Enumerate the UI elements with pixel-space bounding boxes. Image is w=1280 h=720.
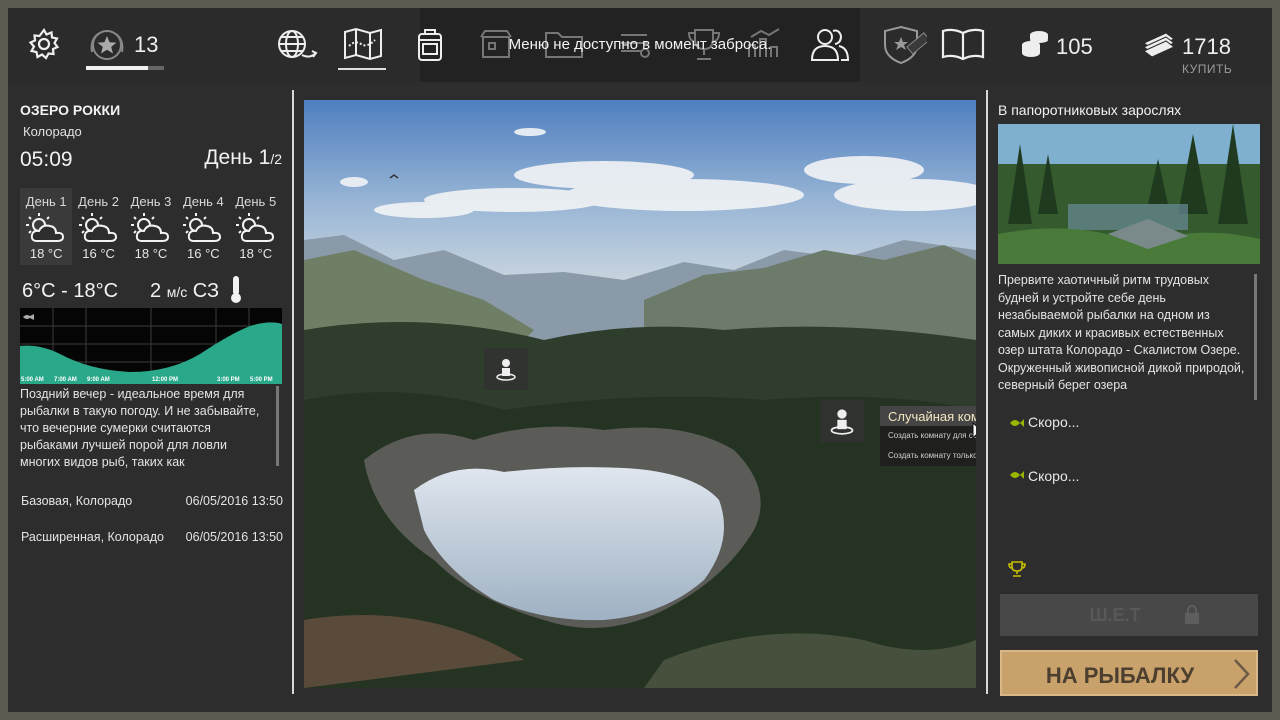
- forecast-temp: 16 °C: [187, 246, 220, 261]
- location-info-panel: ОЗЕРО РОККИ Колорадо 05:09 День 1/2 День…: [20, 102, 283, 544]
- right-divider: [986, 90, 988, 694]
- wind-unit: м/с: [166, 283, 188, 300]
- license-name: Базовая, Колорадо: [21, 494, 133, 508]
- hint-scrollbar[interactable]: [276, 386, 279, 466]
- forecast-temp: 18 °C: [29, 246, 63, 261]
- license-row: Базовая, Колорадо 06/05/2016 13:50: [21, 494, 283, 508]
- graph-time-label: 3:00 PM: [217, 377, 240, 383]
- random-room-label: Случайная комната: [888, 409, 976, 424]
- weather-forecast: День 1 18 °C День 2 16 °C День 3 18 °C Д…: [20, 188, 282, 265]
- location-name: ОЗЕРО РОККИ: [20, 102, 121, 118]
- forecast-day[interactable]: День 3 18 °C: [125, 188, 177, 265]
- location-region: Колорадо: [23, 124, 82, 139]
- go-fishing-label: НА РЫБАЛКУ: [1045, 663, 1195, 688]
- mouse-cursor-icon: [972, 422, 976, 442]
- lake-map[interactable]: Случайная комната Создать комнату для се…: [304, 100, 976, 688]
- day-current: 1: [258, 146, 271, 169]
- buy-link[interactable]: КУПИТЬ: [1182, 62, 1232, 76]
- graph-time-label: 5:00 AM: [21, 377, 44, 383]
- fish-icon: [23, 314, 34, 320]
- wind-speed: 2: [150, 279, 162, 302]
- spot-preview-image: [998, 124, 1260, 264]
- rank-star-icon[interactable]: [88, 26, 126, 64]
- forecast-day[interactable]: День 2 16 °C: [72, 188, 124, 265]
- license-row: Расширенная, Колорадо 06/05/2016 13:50: [21, 530, 283, 544]
- partly-cloudy-icon: [72, 210, 124, 246]
- forecast-day[interactable]: День 1 18 °C: [20, 188, 73, 265]
- wind-direction: СЗ: [192, 279, 220, 302]
- graph-time-label: 9:00 AM: [87, 377, 110, 383]
- game-window: 13 105 1718 КУПИТЬ Меню не доступно в мо…: [8, 8, 1272, 712]
- friends-room-label: Создать комнату для себя и друзей: [888, 431, 976, 440]
- partly-cloudy-icon: [177, 210, 229, 246]
- description-scrollbar[interactable]: [1254, 274, 1257, 400]
- rank-progress-fill: [86, 66, 149, 70]
- menu-unavailable-message: Меню не доступно в момент заброса.: [508, 36, 772, 53]
- temperature-range: 6°C - 18°C: [22, 279, 119, 302]
- forecast-day[interactable]: День 4 16 °C: [177, 188, 229, 265]
- license-date: 06/05/2016 13:50: [185, 494, 283, 508]
- partly-cloudy-icon: [20, 210, 72, 246]
- time-of-day-hint: Поздний вечер - идеальное время для рыба…: [20, 387, 260, 468]
- current-conditions: 6°C - 18°C 2 м/с СЗ: [20, 274, 282, 308]
- fish-species-icon: [1008, 468, 1024, 487]
- forecast-temp: 18 °C: [239, 246, 273, 261]
- partly-cloudy-icon: [125, 210, 177, 246]
- top-bar: 13 105 1718 КУПИТЬ Меню не доступно в мо…: [8, 8, 1272, 82]
- rank-progress-bar: [86, 66, 164, 70]
- locked-mode-button: Ш.Е.Т: [1000, 594, 1258, 636]
- coins-icon: [1018, 28, 1052, 60]
- forecast-day[interactable]: День 5 18 °C: [230, 188, 282, 265]
- money-value: 1718: [1182, 34, 1231, 59]
- graph-time-label: 5:00 PM: [250, 377, 273, 383]
- day-label: День: [204, 146, 253, 169]
- graph-time-label: 12:00 PM: [152, 377, 178, 383]
- lock-icon: [1184, 604, 1200, 630]
- active-tab-underline: [338, 68, 386, 70]
- license-name: Расширенная, Колорадо: [21, 530, 165, 544]
- species-soon-label: Скоро...: [1028, 468, 1080, 484]
- fishing-spot-marker[interactable]: [484, 348, 528, 390]
- premium-shield-icon[interactable]: [878, 22, 928, 68]
- wind-info: 2 м/с СЗ: [150, 280, 219, 303]
- day-total: /2: [270, 151, 282, 167]
- spot-title: В папоротниковых зарослях: [998, 102, 1182, 118]
- trophy-icon: [1008, 560, 1026, 583]
- room-select-menu: Случайная комната Создать комнату для се…: [880, 406, 976, 466]
- fishing-spot-marker[interactable]: [820, 400, 864, 442]
- day-counter: День 1/2: [204, 146, 282, 170]
- spot-info-panel: В папоротниковых зарослях Прервите хаоти…: [998, 102, 1260, 696]
- random-room-option[interactable]: Случайная комната: [880, 406, 976, 426]
- chevron-right-icon: [1232, 658, 1250, 695]
- forecast-temp: 16 °C: [82, 246, 115, 261]
- partly-cloudy-icon: [230, 210, 282, 246]
- license-date: 06/05/2016 13:50: [185, 530, 283, 544]
- thermometer-icon: [229, 274, 243, 309]
- left-divider: [292, 90, 294, 694]
- gear-icon[interactable]: [26, 26, 62, 62]
- map-icon[interactable]: [340, 24, 386, 64]
- rank-value: 13: [134, 32, 159, 57]
- friends-room-option[interactable]: Создать комнату для себя и друзей: [880, 428, 976, 446]
- go-fishing-button[interactable]: НА РЫБАЛКУ: [1000, 650, 1258, 696]
- forecast-day-label: День 4: [182, 194, 224, 209]
- forecast-day-label: День 1: [25, 194, 67, 209]
- forecast-day-label: День 3: [130, 194, 172, 209]
- forecast-day-label: День 5: [235, 194, 277, 209]
- game-time: 05:09: [20, 148, 73, 171]
- cash-icon: [1140, 28, 1178, 60]
- species-soon-label: Скоро...: [1028, 414, 1080, 430]
- book-icon[interactable]: [938, 24, 988, 64]
- globe-travel-icon[interactable]: [270, 24, 322, 66]
- spot-description: Прервите хаотичный ритм трудовых будней …: [998, 273, 1245, 392]
- graph-time-label: 7:00 AM: [54, 377, 77, 383]
- forecast-day-label: День 2: [78, 194, 119, 209]
- coins-value: 105: [1056, 34, 1093, 59]
- fish-species-icon: [1008, 416, 1024, 435]
- private-room-option[interactable]: Создать комнату только для себя: [880, 448, 976, 466]
- private-room-label: Создать комнату только для себя: [888, 451, 976, 460]
- forecast-temp: 18 °C: [134, 246, 168, 261]
- fish-activity-graph: 5:00 AM 7:00 AM 9:00 AM 12:00 PM 3:00 PM 5:00…: [20, 308, 282, 384]
